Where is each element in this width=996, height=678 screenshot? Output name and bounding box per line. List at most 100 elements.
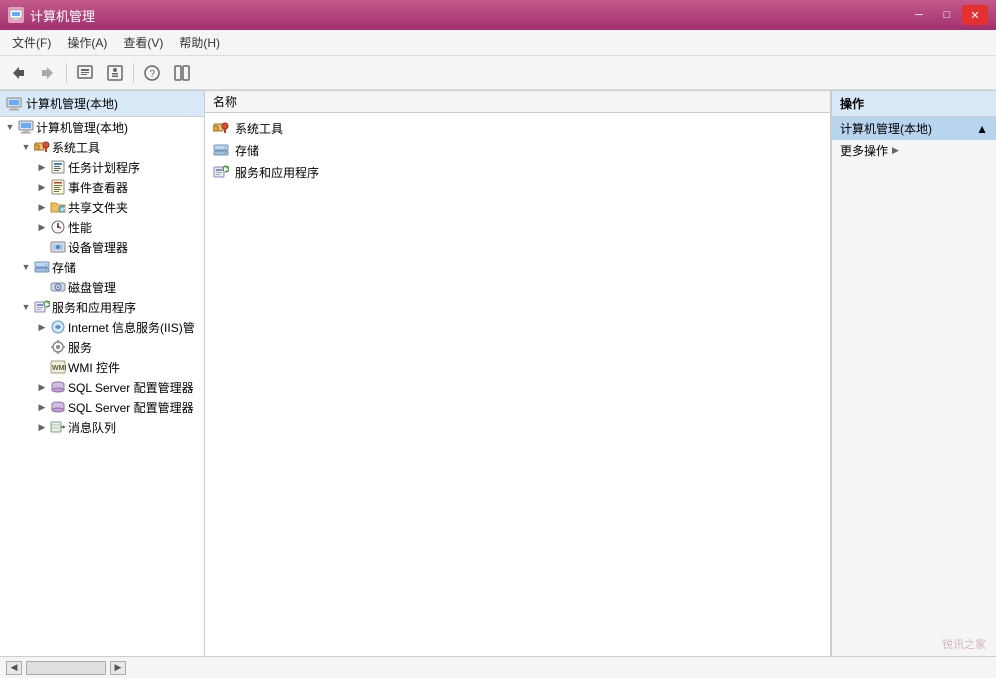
tree-header: 计算机管理(本地) <box>0 91 204 117</box>
menu-action[interactable]: 操作(A) <box>59 32 115 53</box>
tree-item-services[interactable]: ▶ 服务 <box>0 337 204 357</box>
tree-item-sql1[interactable]: ▶ SQL Server 配置管理器 <box>0 377 204 397</box>
sql2-icon <box>50 399 66 415</box>
expand-sql1[interactable]: ▶ <box>34 379 50 395</box>
help-button[interactable]: ? <box>138 60 166 86</box>
expand-sys-tools[interactable]: ▼ <box>18 139 34 155</box>
svg-text:▶: ▶ <box>45 302 50 308</box>
content-label-svc-apps: 服务和应用程序 <box>235 164 319 181</box>
tree-label-root: 计算机管理(本地) <box>36 119 128 136</box>
content-item-sys-tools[interactable]: 系统工具 <box>205 117 830 139</box>
menu-view[interactable]: 查看(V) <box>115 32 171 53</box>
sys-tools-icon <box>34 139 50 155</box>
expand-device-mgr[interactable]: ▶ <box>34 239 50 255</box>
show-hide-button[interactable] <box>168 60 196 86</box>
tree-item-disk-mgr[interactable]: ▶ 磁盘管理 <box>0 277 204 297</box>
content-svc-apps-icon: ▶ <box>213 164 229 180</box>
right-panel: 操作 计算机管理(本地) ▲ 更多操作 ▶ <box>831 91 996 656</box>
tree-item-msmq[interactable]: ▶ 消息队列 <box>0 417 204 437</box>
tree-label-task-sched: 任务计划程序 <box>68 159 140 176</box>
tree-label-msmq: 消息队列 <box>68 419 116 436</box>
menu-file[interactable]: 文件(F) <box>4 32 59 53</box>
tree-container[interactable]: ▼ 计算机管理(本地) ▼ <box>0 117 204 656</box>
tree-item-storage[interactable]: ▼ 存储 <box>0 257 204 277</box>
tree-item-svc-apps[interactable]: ▼ ▶ 服务和应用程序 <box>0 297 204 317</box>
tree-label-perf: 性能 <box>68 219 92 236</box>
tree-item-task-sched[interactable]: ▶ 任务计划程序 <box>0 157 204 177</box>
right-section-label: 计算机管理(本地) <box>840 120 932 137</box>
tree-item-perf[interactable]: ▶ 性能 <box>0 217 204 237</box>
tree-label-device-mgr: 设备管理器 <box>68 239 128 256</box>
expand-storage[interactable]: ▼ <box>18 259 34 275</box>
tree-label-sys-tools: 系统工具 <box>52 139 100 156</box>
storage-icon <box>34 259 50 275</box>
right-section-title[interactable]: 计算机管理(本地) ▲ <box>832 117 996 140</box>
iis-icon <box>50 319 66 335</box>
disk-mgr-icon <box>50 279 66 295</box>
forward-button[interactable] <box>34 60 62 86</box>
expand-event-viewer[interactable]: ▶ <box>34 179 50 195</box>
toolbar-separator-2 <box>133 63 134 83</box>
shared-folders-icon: ⇄ <box>50 199 66 215</box>
up-button[interactable] <box>71 60 99 86</box>
expand-root[interactable]: ▼ <box>2 119 18 135</box>
scroll-track[interactable] <box>26 661 106 675</box>
back-button[interactable] <box>4 60 32 86</box>
right-action-more[interactable]: 更多操作 ▶ <box>832 140 996 161</box>
expand-task-sched[interactable]: ▶ <box>34 159 50 175</box>
tree-item-sql2[interactable]: ▶ SQL Server 配置管理器 <box>0 397 204 417</box>
properties-button[interactable] <box>101 60 129 86</box>
tree-header-label: 计算机管理(本地) <box>26 95 118 112</box>
expand-iis[interactable]: ▶ <box>34 319 50 335</box>
tree-label-sql1: SQL Server 配置管理器 <box>68 379 194 396</box>
tree-item-wmi[interactable]: ▶ WMI WMI 控件 <box>0 357 204 377</box>
left-panel: 计算机管理(本地) ▼ 计算机管理(本地) ▼ <box>0 91 205 656</box>
tree-item-sys-tools[interactable]: ▼ 系统工具 <box>0 137 204 157</box>
computer-tree-icon <box>18 119 34 135</box>
device-mgr-icon <box>50 239 66 255</box>
tree-item-iis[interactable]: ▶ Internet 信息服务(IIS)管 <box>0 317 204 337</box>
tree-label-storage: 存储 <box>52 259 76 276</box>
expand-perf[interactable]: ▶ <box>34 219 50 235</box>
tree-item-root[interactable]: ▼ 计算机管理(本地) <box>0 117 204 137</box>
close-button[interactable]: ✕ <box>962 5 988 25</box>
wmi-icon: WMI <box>50 359 66 375</box>
status-scroll: ◀ ▶ <box>6 661 126 675</box>
content-item-storage[interactable]: 存储 <box>205 139 830 161</box>
col-name: 名称 <box>205 91 830 112</box>
tree-item-device-mgr[interactable]: ▶ 设备管理器 <box>0 237 204 257</box>
expand-svc-apps[interactable]: ▼ <box>18 299 34 315</box>
tree-item-shared-folders[interactable]: ▶ ⇄ 共享文件夹 <box>0 197 204 217</box>
expand-services[interactable]: ▶ <box>34 339 50 355</box>
content-item-svc-apps[interactable]: ▶ 服务和应用程序 <box>205 161 830 183</box>
sql1-icon <box>50 379 66 395</box>
scroll-right-btn[interactable]: ▶ <box>110 661 126 675</box>
tree-item-event-viewer[interactable]: ▶ 事件查看器 <box>0 177 204 197</box>
perf-icon <box>50 219 66 235</box>
maximize-button[interactable]: □ <box>934 5 960 25</box>
expand-sql2[interactable]: ▶ <box>34 399 50 415</box>
minimize-button[interactable]: ─ <box>906 5 932 25</box>
expand-msmq[interactable]: ▶ <box>34 419 50 435</box>
center-panel: 名称 系统工具 <box>205 91 831 656</box>
title-bar: 计算机管理 ─ □ ✕ <box>0 0 996 30</box>
right-section-arrow: ▲ <box>976 122 988 136</box>
right-action-label: 更多操作 <box>840 142 888 159</box>
svg-text:?: ? <box>150 69 156 80</box>
expand-disk-mgr[interactable]: ▶ <box>34 279 50 295</box>
event-viewer-icon <box>50 179 66 195</box>
content-storage-icon <box>213 142 229 158</box>
expand-wmi[interactable]: ▶ <box>34 359 50 375</box>
right-panel-header: 操作 <box>832 91 996 117</box>
msmq-icon <box>50 419 66 435</box>
svg-text:⇄: ⇄ <box>61 206 66 213</box>
app-icon <box>8 7 24 23</box>
scroll-left-btn[interactable]: ◀ <box>6 661 22 675</box>
menu-help[interactable]: 帮助(H) <box>171 32 228 53</box>
window-title: 计算机管理 <box>30 6 95 25</box>
content-sys-tools-icon <box>213 120 229 136</box>
center-content[interactable]: 系统工具 存储 <box>205 113 830 656</box>
tree-label-iis: Internet 信息服务(IIS)管 <box>68 319 195 336</box>
title-bar-left: 计算机管理 <box>8 6 95 25</box>
expand-shared-folders[interactable]: ▶ <box>34 199 50 215</box>
